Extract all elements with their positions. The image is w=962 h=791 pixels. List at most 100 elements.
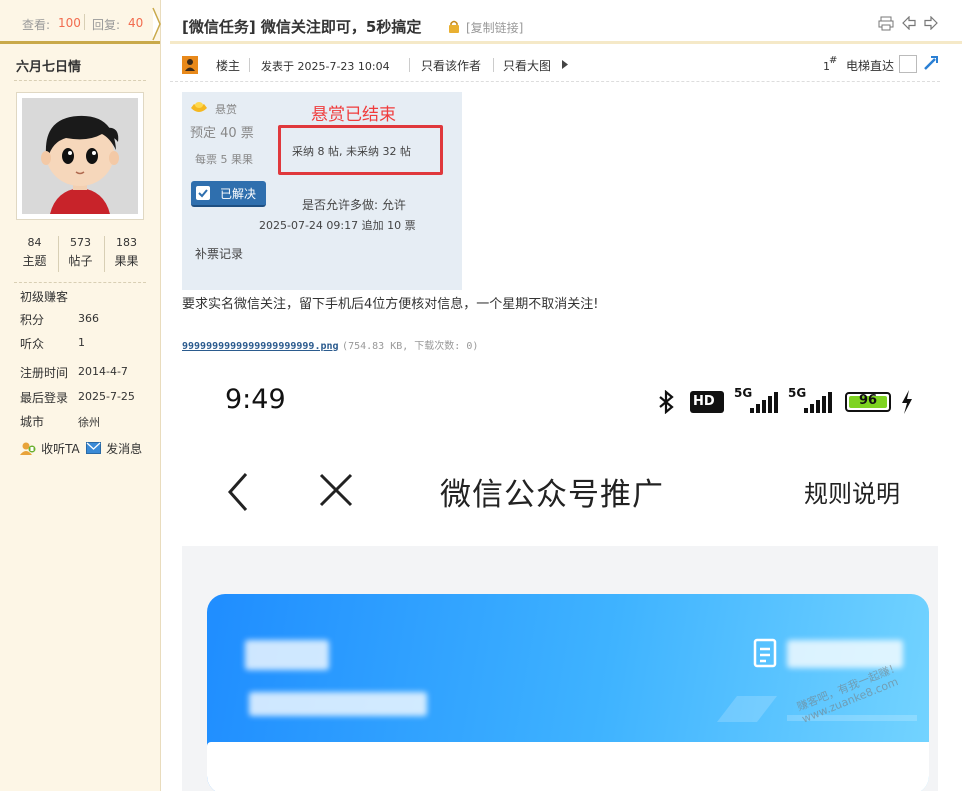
next-thread-icon[interactable] <box>924 16 938 30</box>
elevator-label: 电梯直达 <box>846 59 895 73</box>
rules-button[interactable]: 规则说明 <box>804 474 900 509</box>
thread-title: [微信任务] 微信关注即可，5秒搞定 <box>182 18 422 36</box>
points-label: 积分 <box>20 313 45 327</box>
thread-title-bar: [微信任务] 微信关注即可，5秒搞定 [复制链接] <box>170 0 962 44</box>
owner-label: 楼主 <box>216 59 241 73</box>
solved-badge: 已解决 <box>191 181 266 207</box>
floor-input[interactable] <box>899 55 917 73</box>
posts-count[interactable]: 573 帖子 <box>58 236 103 269</box>
views-count: 100 <box>58 16 81 30</box>
fruit-count-label: 果果 <box>114 254 139 268</box>
card-body <box>207 742 929 791</box>
fruit-count-value: 183 <box>116 236 137 249</box>
reward-panel: 悬赏 预定 40 票 每票 5 果果 已解决 悬赏已结束 采纳 8 帖, 未采纳… <box>182 92 462 290</box>
attachment-line: 9999999999999999999999.png (754.83 KB, 下… <box>182 337 478 352</box>
avatar[interactable] <box>16 92 144 220</box>
adopt-summary: 采纳 8 帖, 未采纳 32 帖 <box>292 145 411 158</box>
copy-link-button[interactable]: [复制链接] <box>466 19 523 36</box>
post-date: 发表于 2025-7-23 10:04 <box>261 60 390 73</box>
supplement-record-link[interactable]: 补票记录 <box>195 245 243 262</box>
gold-ingot-icon <box>191 102 207 112</box>
register-label: 注册时间 <box>20 366 69 380</box>
topics-count-value: 84 <box>27 236 42 249</box>
replies-label: 回复: <box>92 18 121 32</box>
phone-nav-bar: 微信公众号推广 规则说明 <box>182 452 938 527</box>
counts-divider <box>14 282 146 284</box>
topics-count-label: 主题 <box>22 254 47 268</box>
cartoon-avatar-icon <box>22 98 138 214</box>
battery-icon: 96 <box>845 392 891 412</box>
listeners-value: 1 <box>78 336 85 349</box>
user-rank: 初级赚客 <box>20 290 69 304</box>
avatar-image <box>22 98 138 214</box>
topics-count[interactable]: 84 主题 <box>12 236 57 269</box>
message-button[interactable]: 发消息 <box>86 438 142 457</box>
stats-divider <box>84 14 85 30</box>
posts-count-label: 帖子 <box>68 254 93 268</box>
follow-label: 收听TA <box>41 442 80 456</box>
added-votes: 2025-07-24 09:17 追加 10 票 <box>259 219 416 232</box>
post-meta-bar: 楼主 发表于 2025-7-23 10:04 只看该作者 只看大图 1 # 电梯… <box>170 44 940 82</box>
meta-divider <box>249 58 250 72</box>
attached-screenshot[interactable]: 9:49 HD 5G 5G 96 微信公众号推广 规则说明 赚客吧，有我一起赚！… <box>182 362 938 791</box>
post-body-text: 要求实名微信关注，留下手机后4位方便核对信息，一个星期不取消关注! <box>182 297 599 312</box>
reward-summary: 悬赏 预定 40 票 每票 5 果果 已解决 <box>182 92 268 207</box>
thread-stats-bar: 查看: 100 回复: 40 <box>0 0 161 44</box>
reward-per: 每票 5 果果 <box>195 153 253 166</box>
blurred-name <box>245 640 329 670</box>
owner-badge-icon <box>182 56 198 74</box>
follow-button[interactable]: 收听TA <box>20 438 80 457</box>
reward-budget: 预定 40 票 <box>190 126 254 141</box>
adopt-summary-box: 采纳 8 帖, 未采纳 32 帖 <box>278 125 443 175</box>
charging-bolt-icon <box>902 390 912 414</box>
allow-multi: 是否允许多做: 允许 <box>302 198 406 212</box>
prev-thread-icon[interactable] <box>902 16 916 30</box>
reward-label: 悬赏 <box>215 103 237 116</box>
phone-page-title: 微信公众号推广 <box>440 477 664 513</box>
follow-users-icon <box>20 442 36 455</box>
bluetooth-icon <box>659 390 674 414</box>
document-icon <box>753 638 777 668</box>
blurred-id <box>249 692 427 716</box>
points-value: 366 <box>78 312 99 325</box>
attachment-info: (754.83 KB, 下载次数: 0) <box>342 341 479 352</box>
posts-count-value: 573 <box>70 236 91 249</box>
print-icon[interactable] <box>878 16 894 31</box>
floor-mark: # <box>829 55 838 66</box>
stats-arrow-icon <box>152 7 161 41</box>
hd-label: HD <box>693 394 715 409</box>
fruit-count[interactable]: 183 果果 <box>104 236 149 269</box>
lock-icon <box>449 20 459 33</box>
phone-clock: 9:49 <box>225 384 286 415</box>
meta-divider <box>409 58 410 72</box>
last-login-value: 2025-7-25 <box>78 390 135 403</box>
phone-content-area <box>182 546 938 791</box>
city-label: 城市 <box>20 415 45 429</box>
signal-strength-icon <box>750 392 778 413</box>
battery-level: 96 <box>858 393 878 408</box>
city-value: 徐州 <box>78 416 100 429</box>
attachment-link[interactable]: 9999999999999999999999.png <box>182 341 339 352</box>
reward-ended-title: 悬赏已结束 <box>311 105 396 125</box>
username-divider <box>14 80 146 82</box>
envelope-icon <box>86 442 101 454</box>
triangle-right-icon <box>562 60 568 69</box>
elevator-go-icon[interactable] <box>923 55 939 71</box>
solved-label: 已解决 <box>220 187 257 201</box>
only-author-link[interactable]: 只看该作者 <box>421 57 481 74</box>
signal-strength-icon-2 <box>804 392 832 413</box>
back-arrow-icon[interactable] <box>226 472 250 512</box>
register-value: 2014-4-7 <box>78 365 128 378</box>
message-label: 发消息 <box>106 442 143 456</box>
listeners-label: 听众 <box>20 337 45 351</box>
views-label: 查看: <box>22 18 51 32</box>
replies-count: 40 <box>128 16 144 30</box>
check-icon <box>196 186 210 200</box>
close-icon[interactable] <box>318 472 354 508</box>
user-counts: 84 主题 573 帖子 183 果果 <box>12 236 148 276</box>
hd-icon: HD <box>690 391 724 413</box>
last-login-label: 最后登录 <box>20 391 69 405</box>
author-name-link[interactable]: 六月七日情 <box>16 56 81 75</box>
meta-divider <box>493 58 494 72</box>
only-big-image-link[interactable]: 只看大图 <box>503 57 551 74</box>
